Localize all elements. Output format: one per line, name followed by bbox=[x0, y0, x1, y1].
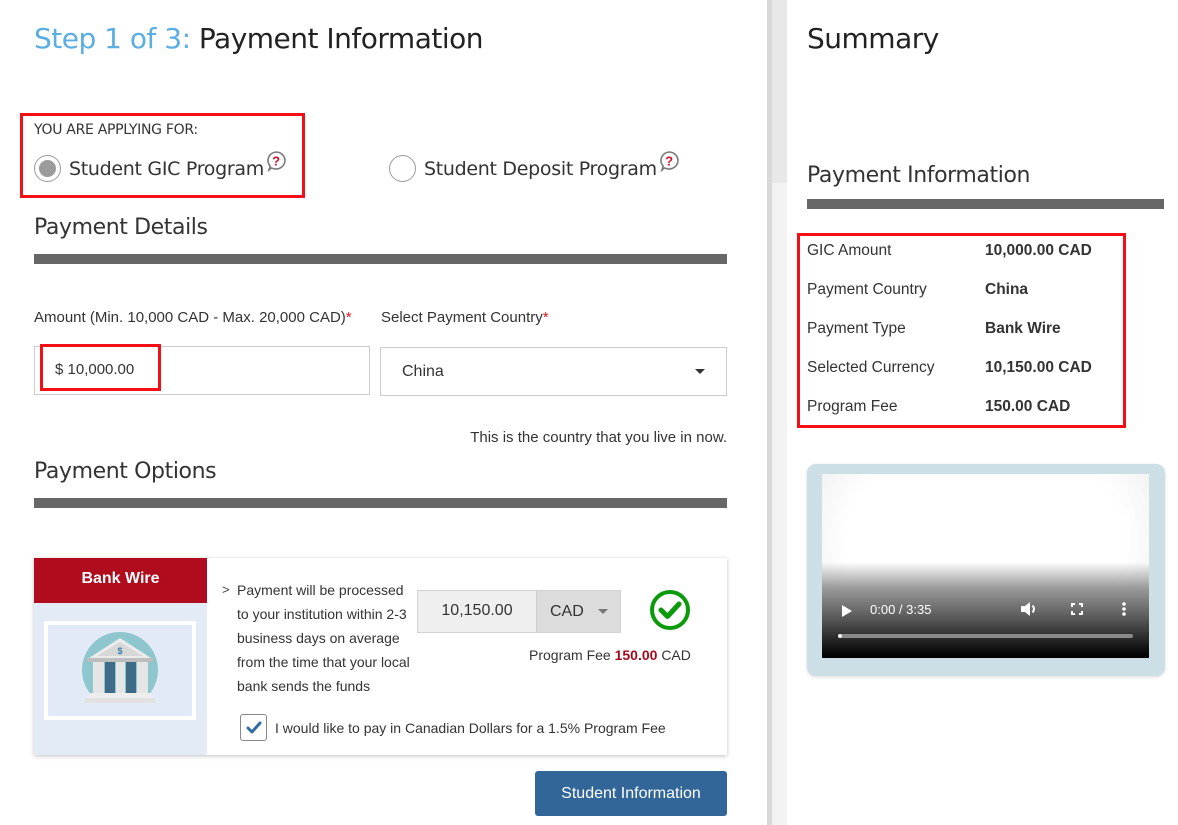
summary-row: Payment Country China bbox=[807, 281, 1028, 299]
pay-in-cad-checkbox[interactable] bbox=[240, 714, 267, 741]
country-selected-value: China bbox=[402, 362, 444, 380]
summary-row-label: Payment Type bbox=[807, 320, 906, 337]
currency-value: CAD bbox=[550, 602, 584, 620]
chevron-down-icon bbox=[597, 609, 608, 614]
option-description: > Payment will be processed to your inst… bbox=[222, 578, 417, 698]
amount-label-text: Amount (Min. 10,000 CAD - Max. 20,000 CA… bbox=[34, 309, 346, 326]
video-progress-bar[interactable] bbox=[838, 634, 1133, 638]
amount-label: Amount (Min. 10,000 CAD - Max. 20,000 CA… bbox=[34, 309, 352, 326]
divider-top bbox=[772, 0, 787, 183]
summary-row-value: 10,000.00 CAD bbox=[985, 242, 1092, 259]
radio-label: Student Deposit Program bbox=[424, 157, 657, 180]
summary-row-label: Program Fee bbox=[807, 398, 898, 415]
amount-highlight-box bbox=[40, 344, 161, 391]
summary-row-value: 150.00 CAD bbox=[985, 398, 1071, 415]
summary-row: Selected Currency 10,150.00 CAD bbox=[807, 359, 1092, 377]
radio-student-deposit-program[interactable]: Student Deposit Program ? bbox=[389, 150, 680, 182]
summary-row-value: Bank Wire bbox=[985, 320, 1061, 337]
play-icon[interactable] bbox=[842, 605, 852, 617]
section-divider-bar bbox=[34, 498, 727, 508]
radio-student-gic-program[interactable]: Student GIC Program ? bbox=[34, 150, 287, 182]
video-controls: 0:00 / 3:35 bbox=[822, 597, 1149, 623]
student-information-button[interactable]: Student Information bbox=[535, 771, 727, 816]
required-mark: * bbox=[345, 309, 352, 326]
checkmark-icon bbox=[246, 721, 261, 734]
country-hint: This is the country that you live in now… bbox=[470, 429, 727, 446]
converted-amount-group: 10,150.00 CAD bbox=[417, 590, 621, 633]
radio-button-selected[interactable] bbox=[34, 155, 61, 182]
svg-text:?: ? bbox=[665, 153, 673, 168]
payment-details-title: Payment Details bbox=[34, 215, 208, 240]
payment-country-select[interactable]: China bbox=[380, 347, 727, 396]
video-player[interactable]: 0:00 / 3:35 bbox=[822, 474, 1149, 658]
help-bubble-icon[interactable]: ? bbox=[265, 150, 287, 172]
fullscreen-icon[interactable] bbox=[1071, 603, 1083, 615]
page-title: Step 1 of 3: Payment Information bbox=[34, 22, 483, 55]
country-label: Select Payment Country* bbox=[381, 309, 549, 326]
summary-row-value: China bbox=[985, 281, 1029, 298]
required-mark: * bbox=[542, 309, 549, 326]
summary-row-label: GIC Amount bbox=[807, 242, 892, 259]
video-container: 0:00 / 3:35 bbox=[807, 464, 1165, 676]
option-name: Bank Wire bbox=[34, 558, 207, 603]
more-options-icon[interactable] bbox=[1122, 602, 1126, 616]
summary-divider-bar bbox=[807, 199, 1164, 209]
bank-image-frame: $ bbox=[44, 621, 196, 720]
applying-for-label: YOU ARE APPLYING FOR: bbox=[34, 122, 198, 138]
pay-in-cad-option[interactable]: I would like to pay in Canadian Dollars … bbox=[240, 714, 666, 741]
page-title-text: Payment Information bbox=[198, 22, 484, 55]
summary-title: Summary bbox=[807, 22, 939, 55]
summary-subtitle: Payment Information bbox=[807, 163, 1031, 188]
summary-row-label: Payment Country bbox=[807, 281, 927, 298]
pay-in-cad-label: I would like to pay in Canadian Dollars … bbox=[275, 719, 666, 736]
section-divider-bar bbox=[34, 254, 727, 264]
step-indicator: Step 1 of 3: bbox=[34, 22, 191, 55]
video-progress-fill bbox=[838, 634, 842, 638]
radio-label: Student GIC Program bbox=[69, 157, 264, 180]
fee-prefix: Program Fee bbox=[529, 647, 611, 663]
converted-amount: 10,150.00 bbox=[418, 591, 536, 632]
video-time: 0:00 / 3:35 bbox=[870, 602, 932, 617]
chevron-right-icon: > bbox=[222, 582, 230, 597]
program-fee-line: Program Fee 150.00 CAD bbox=[529, 647, 691, 663]
chevron-down-icon bbox=[695, 369, 705, 374]
summary-row-value: 10,150.00 CAD bbox=[985, 359, 1092, 376]
column-divider bbox=[767, 0, 787, 825]
option-left-panel: Bank Wire $ bbox=[34, 558, 207, 755]
summary-row: Payment Type Bank Wire bbox=[807, 320, 1061, 338]
summary-row-label: Selected Currency bbox=[807, 359, 935, 376]
help-bubble-icon[interactable]: ? bbox=[658, 150, 680, 172]
currency-select[interactable]: CAD bbox=[536, 591, 620, 632]
payment-options-title: Payment Options bbox=[34, 459, 217, 484]
fee-amount: 150.00 bbox=[614, 647, 658, 663]
summary-row: GIC Amount 10,000.00 CAD bbox=[807, 242, 1092, 260]
fee-currency: CAD bbox=[661, 647, 691, 663]
country-label-text: Select Payment Country bbox=[381, 309, 543, 326]
summary-row: Program Fee 150.00 CAD bbox=[807, 398, 1070, 416]
volume-icon[interactable] bbox=[1020, 601, 1038, 617]
option-description-text: Payment will be processed to your instit… bbox=[237, 582, 410, 694]
check-circle-icon bbox=[650, 590, 690, 630]
svg-text:?: ? bbox=[272, 153, 280, 168]
radio-button-unselected[interactable] bbox=[389, 155, 416, 182]
payment-option-bank-wire[interactable]: Bank Wire $ > Payment will be processed … bbox=[34, 558, 727, 755]
svg-text:$: $ bbox=[117, 646, 122, 656]
bank-building-icon: $ bbox=[75, 631, 165, 710]
